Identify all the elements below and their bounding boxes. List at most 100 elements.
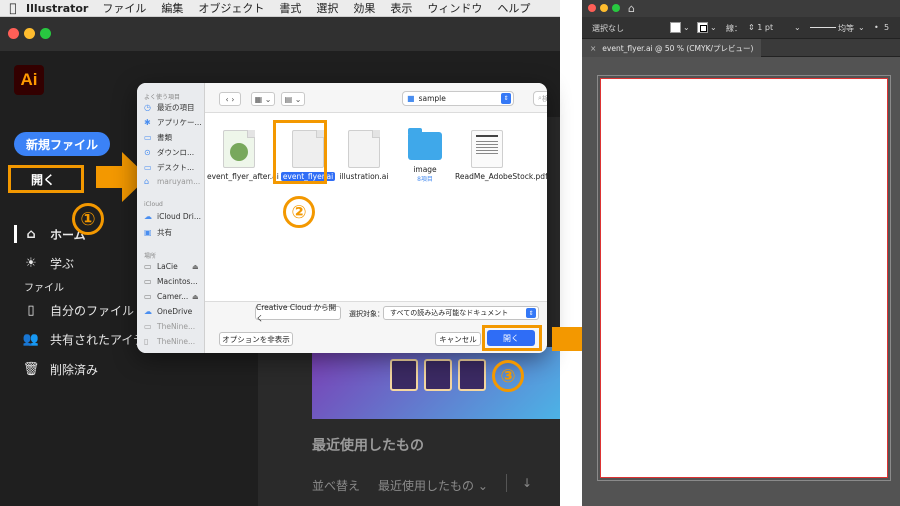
sidebar-item-applications[interactable]: ✱ アプリケー...	[144, 117, 202, 128]
chevron-updown-icon: ⇕	[526, 308, 536, 318]
folder-icon	[408, 128, 442, 160]
sidebar-item-network-2[interactable]: ▯ TheNine...	[144, 337, 195, 346]
sidebar-item-icloud-drive[interactable]: ☁ iCloud Dri...	[144, 212, 201, 221]
artboard[interactable]	[600, 78, 888, 478]
sidebar-item-label: 共有	[157, 228, 172, 237]
search-placeholder: 検索	[541, 94, 547, 103]
stroke-label: 線：	[726, 24, 742, 33]
open-from-creative-cloud-button[interactable]: Creative Cloud から開く	[255, 303, 341, 323]
pdf-file-thumbnail	[471, 130, 503, 168]
zoom-window-button[interactable]	[612, 4, 620, 12]
window-titlebar	[0, 17, 560, 51]
file-item[interactable]: illustration.ai	[332, 130, 396, 181]
favorites-header: よく使う項目	[144, 94, 181, 101]
folder-location-value: sample	[418, 94, 446, 103]
close-window-button[interactable]	[588, 4, 596, 12]
menu-type[interactable]: 書式	[279, 0, 301, 16]
document-icon: ▯	[144, 337, 149, 346]
download-icon: ⊙	[144, 148, 151, 157]
sidebar-item-recents[interactable]: ◷ 最近の項目	[144, 102, 195, 113]
brush-dot-icon[interactable]: •	[874, 23, 879, 32]
selected-file-highlight	[273, 120, 327, 184]
zoom-window-button[interactable]	[40, 28, 51, 39]
sidebar-item-label: TheNine...	[157, 322, 196, 331]
apple-icon[interactable]: 	[0, 1, 26, 15]
menu-file[interactable]: ファイル	[102, 0, 146, 16]
sidebar-item-onedrive[interactable]: ☁ OneDrive	[144, 307, 192, 316]
minimize-window-button[interactable]	[24, 28, 35, 39]
sort-direction-icon[interactable]: ↓	[522, 476, 532, 490]
close-icon[interactable]: ×	[590, 44, 596, 53]
search-input[interactable]: ⌕ 検索	[533, 91, 547, 106]
stroke-weight-value: 1 pt	[757, 23, 774, 32]
nav-deleted[interactable]: 🗑 削除済み	[22, 361, 98, 378]
sidebar-item-downloads[interactable]: ⊙ ダウンロ...	[144, 147, 194, 158]
sidebar-item-network-1[interactable]: ▭ TheNine...	[144, 322, 195, 331]
file-type-filter-select[interactable]: すべての読み込み可能なドキュメント ⇕	[383, 306, 539, 320]
sort-dropdown-value: 最近使用したもの	[378, 479, 475, 493]
chevron-down-icon[interactable]: ⌄	[858, 23, 865, 32]
app-name-menu[interactable]: Illustrator	[26, 2, 88, 15]
menu-window[interactable]: ウィンドウ	[427, 0, 482, 16]
file-item[interactable]: event_flyer_after.ai	[207, 130, 279, 181]
cancel-button[interactable]: キャンセル	[435, 332, 481, 346]
sidebar-item-label: 最近の項目	[157, 103, 195, 112]
nav-your-files-label: 自分のファイル	[50, 304, 135, 318]
brush-size-value[interactable]: 5	[884, 23, 889, 32]
applications-icon: ✱	[144, 118, 151, 127]
sidebar-item-lacie[interactable]: ▭ LaCie	[144, 262, 178, 271]
drive-icon: ▭	[144, 277, 152, 286]
sort-label: 並べ替え	[312, 479, 361, 493]
nav-shared[interactable]: 👥 共有されたアイテ	[22, 331, 145, 348]
selection-status: 選択なし	[592, 24, 624, 33]
nav-learn[interactable]: ☀ 学ぶ	[22, 255, 74, 272]
sidebar-item-camera[interactable]: ▭ Camer...	[144, 292, 188, 301]
sidebar-item-macintosh[interactable]: ▭ Macintos...	[144, 277, 198, 286]
home-icon[interactable]: ⌂	[628, 2, 635, 15]
group-view-button[interactable]: ▤ ⌄	[281, 92, 305, 106]
menu-help[interactable]: ヘルプ	[497, 0, 530, 16]
locations-header: 場所	[144, 253, 157, 260]
menu-select[interactable]: 選択	[316, 0, 338, 16]
stroke-profile-value[interactable]: 均等	[838, 23, 854, 34]
sidebar-item-documents[interactable]: ▭ 書類	[144, 132, 172, 143]
menu-object[interactable]: オブジェクト	[198, 0, 264, 16]
chevron-down-icon[interactable]: ⌄	[710, 23, 717, 32]
home-active-indicator	[14, 225, 17, 243]
eject-icon[interactable]: ⏏	[192, 263, 199, 271]
menu-edit[interactable]: 編集	[161, 0, 183, 16]
illustrator-logo: Ai	[14, 65, 44, 95]
folder-item[interactable]: image 8項目	[393, 128, 457, 183]
stroke-weight-stepper[interactable]: ⇕ 1 pt	[748, 23, 773, 32]
hide-options-button[interactable]: オプションを非表示	[219, 332, 293, 346]
back-forward-buttons[interactable]: ‹ ›	[219, 92, 241, 106]
minimize-window-button[interactable]	[600, 4, 608, 12]
menu-view[interactable]: 表示	[390, 0, 412, 16]
ai-file-thumbnail	[348, 130, 380, 168]
fill-swatch[interactable]	[670, 22, 681, 33]
nav-your-files[interactable]: ▯ 自分のファイル	[22, 302, 134, 319]
eject-icon[interactable]: ⏏	[192, 293, 199, 301]
clock-icon: ◷	[144, 103, 151, 112]
sort-dropdown[interactable]: 最近使用したもの ⌄	[378, 477, 488, 494]
stroke-profile-preview	[810, 27, 836, 28]
open-button[interactable]: 開く	[8, 165, 84, 193]
icon-view-button[interactable]: ▦ ⌄	[251, 92, 275, 106]
menu-effect[interactable]: 効果	[353, 0, 375, 16]
document-tab[interactable]: × event_flyer.ai @ 50 % (CMYK/プレビュー)	[582, 39, 762, 57]
folder-location-select[interactable]: ■ sample ⇕	[402, 91, 514, 106]
file-item[interactable]: ReadMe_AdobeStock.pdf	[455, 130, 547, 181]
close-window-button[interactable]	[8, 28, 19, 39]
sidebar-item-shared[interactable]: ▣ 共有	[144, 227, 172, 238]
stroke-swatch[interactable]	[697, 22, 708, 33]
cloud-icon: ☁	[144, 212, 152, 221]
sidebar-item-desktop[interactable]: ▭ デスクト...	[144, 162, 194, 173]
chevron-down-icon[interactable]: ⌄	[794, 23, 801, 32]
file-name: event_flyer_after.ai	[207, 172, 279, 181]
chevron-down-icon[interactable]: ⌄	[683, 23, 690, 32]
file-name: ReadMe_AdobeStock.pdf	[455, 172, 547, 181]
sidebar-item-label: デスクト...	[157, 163, 195, 172]
open-button-highlight	[482, 325, 542, 351]
dialog-toolbar: ‹ › ▦ ⌄ ▤ ⌄ ■ sample ⇕ ⌕ 検索	[205, 83, 547, 113]
sidebar-item-home[interactable]: ⌂ maruyam...	[144, 177, 200, 186]
